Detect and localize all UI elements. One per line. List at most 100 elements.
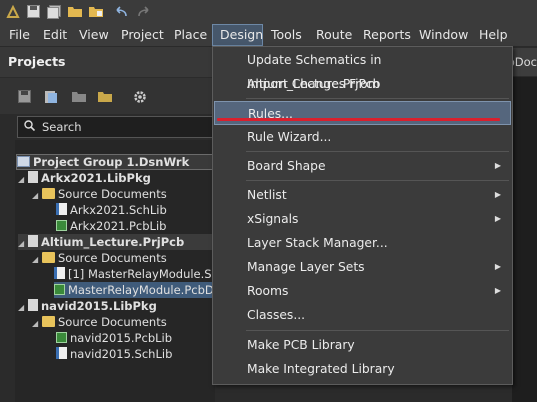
submenu-arrow-icon: ▶ bbox=[494, 190, 501, 199]
menu-item-import-changes[interactable]: Import Changes From Altium_Lecture.PrjPc… bbox=[214, 72, 511, 115]
menu-item-label: xSignals bbox=[247, 212, 299, 226]
folder-icon bbox=[42, 188, 55, 199]
tree-item-label: Source Documents bbox=[58, 251, 167, 265]
menu-item-board-shape[interactable]: Board Shape ▶ bbox=[214, 154, 511, 178]
menu-route[interactable]: Route bbox=[316, 24, 352, 46]
menu-item-make-pcb-library[interactable]: Make PCB Library bbox=[214, 333, 511, 357]
save-all-icon[interactable] bbox=[46, 4, 61, 19]
project-group-icon bbox=[17, 156, 30, 167]
open-project-icon[interactable] bbox=[89, 4, 104, 19]
menu-item-classes[interactable]: Classes... bbox=[214, 303, 511, 327]
tree-item-label: Source Documents bbox=[58, 187, 167, 201]
tree-item-navid-libpkg[interactable]: ◢ navid2015.LibPkg bbox=[18, 298, 157, 314]
search-field[interactable] bbox=[17, 116, 215, 138]
tree-item-navid-pcblib[interactable]: navid2015.PcbLib bbox=[56, 330, 172, 346]
collapse-arrow-icon[interactable]: ◢ bbox=[32, 316, 42, 332]
library-package-icon bbox=[28, 171, 38, 183]
tree-item-label: MasterRelayModule.PcbDoc bbox=[68, 283, 215, 297]
folder-icon bbox=[42, 252, 55, 263]
menu-tools[interactable]: Tools bbox=[271, 24, 302, 46]
app-icon[interactable] bbox=[5, 4, 20, 19]
document-tab-label: MasterRelayModule.PcbDoc bbox=[512, 55, 537, 69]
tree-item-source-documents[interactable]: ◢ Source Documents bbox=[32, 250, 167, 266]
tree-item-pcbdoc[interactable]: MasterRelayModule.PcbDoc bbox=[54, 282, 215, 298]
add-folder-icon[interactable] bbox=[98, 90, 112, 104]
schlib-icon bbox=[56, 347, 67, 359]
tree-item-label: navid2015.LibPkg bbox=[41, 299, 157, 313]
document-editor-area[interactable] bbox=[512, 77, 537, 402]
menu-item-label: Layer Stack Manager... bbox=[247, 236, 388, 250]
save-project-icon[interactable] bbox=[18, 90, 32, 104]
menu-edit[interactable]: Edit bbox=[43, 24, 67, 46]
quick-access-toolbar bbox=[0, 0, 537, 24]
menu-item-label: Rule Wizard... bbox=[247, 130, 332, 144]
collapse-arrow-icon[interactable]: ◢ bbox=[18, 236, 28, 252]
document-tab-pcbdoc[interactable]: MasterRelayModule.PcbDoc bbox=[512, 48, 537, 76]
menu-project[interactable]: Project bbox=[121, 24, 164, 46]
menu-file[interactable]: File bbox=[9, 24, 30, 46]
tree-item-label: navid2015.PcbLib bbox=[70, 331, 173, 345]
schdoc-icon bbox=[54, 267, 65, 279]
menu-window[interactable]: Window bbox=[419, 24, 468, 46]
collapse-arrow-icon[interactable]: ◢ bbox=[18, 172, 28, 188]
tree-item-source-documents[interactable]: ◢ Source Documents bbox=[32, 314, 167, 330]
collapse-arrow-icon[interactable]: ◢ bbox=[32, 252, 42, 268]
tree-item-label: Source Documents bbox=[58, 315, 167, 329]
pcblib-icon bbox=[56, 332, 67, 343]
menu-item-make-integrated-library[interactable]: Make Integrated Library bbox=[214, 357, 511, 381]
tree-item-arkx-libpkg[interactable]: ◢ Arkx2021.LibPkg bbox=[18, 170, 151, 186]
close-project-icon[interactable] bbox=[72, 90, 86, 104]
project-options-icon[interactable] bbox=[44, 90, 58, 104]
menu-separator bbox=[246, 330, 509, 331]
collapse-arrow-icon[interactable]: ◢ bbox=[32, 188, 42, 204]
save-icon[interactable] bbox=[26, 4, 41, 19]
projects-panel-title: Projects bbox=[8, 54, 66, 69]
redo-icon[interactable] bbox=[136, 4, 151, 19]
menu-item-update-schematics[interactable]: Update Schematics in Altium_Lecture.PrjP… bbox=[214, 48, 511, 91]
tree-item-label: Altium_Lecture.PrjPcb bbox=[41, 235, 185, 249]
menu-item-netlist[interactable]: Netlist ▶ bbox=[214, 183, 511, 207]
menu-item-manage-layer-sets[interactable]: Manage Layer Sets ▶ bbox=[214, 255, 511, 279]
menu-bar: File Edit View Project Place Design Tool… bbox=[0, 24, 537, 47]
tree-item-project-group[interactable]: Project Group 1.DsnWrk bbox=[16, 154, 215, 170]
menu-separator bbox=[246, 98, 509, 99]
menu-item-label: Board Shape bbox=[247, 159, 326, 173]
collapse-arrow-icon[interactable]: ◢ bbox=[18, 300, 28, 316]
menu-item-label: Rules... bbox=[248, 107, 293, 121]
tree-item-schdoc[interactable]: [1] MasterRelayModule.SchDoc bbox=[54, 266, 215, 282]
tree-item-arkx-pcblib[interactable]: Arkx2021.PcbLib bbox=[56, 218, 166, 234]
design-menu-dropdown: Update Schematics in Altium_Lecture.PrjP… bbox=[212, 46, 513, 385]
search-icon bbox=[24, 120, 36, 134]
projects-panel-header: Projects bbox=[0, 47, 215, 77]
tree-item-label: Arkx2021.LibPkg bbox=[41, 171, 151, 185]
menu-separator bbox=[246, 180, 509, 181]
tree-item-label: Arkx2021.SchLib bbox=[70, 203, 167, 217]
menu-item-layer-stack-manager[interactable]: Layer Stack Manager... bbox=[214, 231, 511, 255]
tree-item-navid-schlib[interactable]: navid2015.SchLib bbox=[56, 346, 172, 362]
submenu-arrow-icon: ▶ bbox=[494, 161, 501, 170]
tree-item-label: Arkx2021.PcbLib bbox=[70, 219, 167, 233]
undo-icon[interactable] bbox=[113, 4, 128, 19]
pcbdoc-icon bbox=[54, 284, 65, 295]
tree-item-source-documents[interactable]: ◢ Source Documents bbox=[32, 186, 167, 202]
menu-place[interactable]: Place bbox=[174, 24, 207, 46]
projects-panel-toolbar bbox=[0, 78, 215, 114]
tree-item-label: Project Group 1.DsnWrk bbox=[33, 155, 190, 169]
menu-item-label: Rooms bbox=[247, 284, 289, 298]
tree-item-arkx-schlib[interactable]: Arkx2021.SchLib bbox=[56, 202, 167, 218]
menu-item-rules[interactable]: Rules... bbox=[214, 101, 511, 125]
menu-help[interactable]: Help bbox=[479, 24, 508, 46]
pcb-project-icon bbox=[28, 235, 38, 247]
menu-item-rooms[interactable]: Rooms ▶ bbox=[214, 279, 511, 303]
tree-item-altium-lecture-prjpcb[interactable]: ◢ Altium_Lecture.PrjPcb bbox=[18, 234, 215, 250]
menu-item-rule-wizard[interactable]: Rule Wizard... bbox=[214, 125, 511, 149]
menu-view[interactable]: View bbox=[79, 24, 109, 46]
open-folder-icon[interactable] bbox=[68, 4, 83, 19]
gear-icon[interactable] bbox=[133, 90, 147, 104]
tree-item-label: navid2015.SchLib bbox=[70, 347, 173, 361]
menu-design[interactable]: Design bbox=[212, 24, 263, 46]
menu-item-label: Make Integrated Library bbox=[247, 362, 395, 376]
menu-reports[interactable]: Reports bbox=[363, 24, 411, 46]
menu-item-xsignals[interactable]: xSignals ▶ bbox=[214, 207, 511, 231]
search-input[interactable] bbox=[42, 119, 207, 135]
